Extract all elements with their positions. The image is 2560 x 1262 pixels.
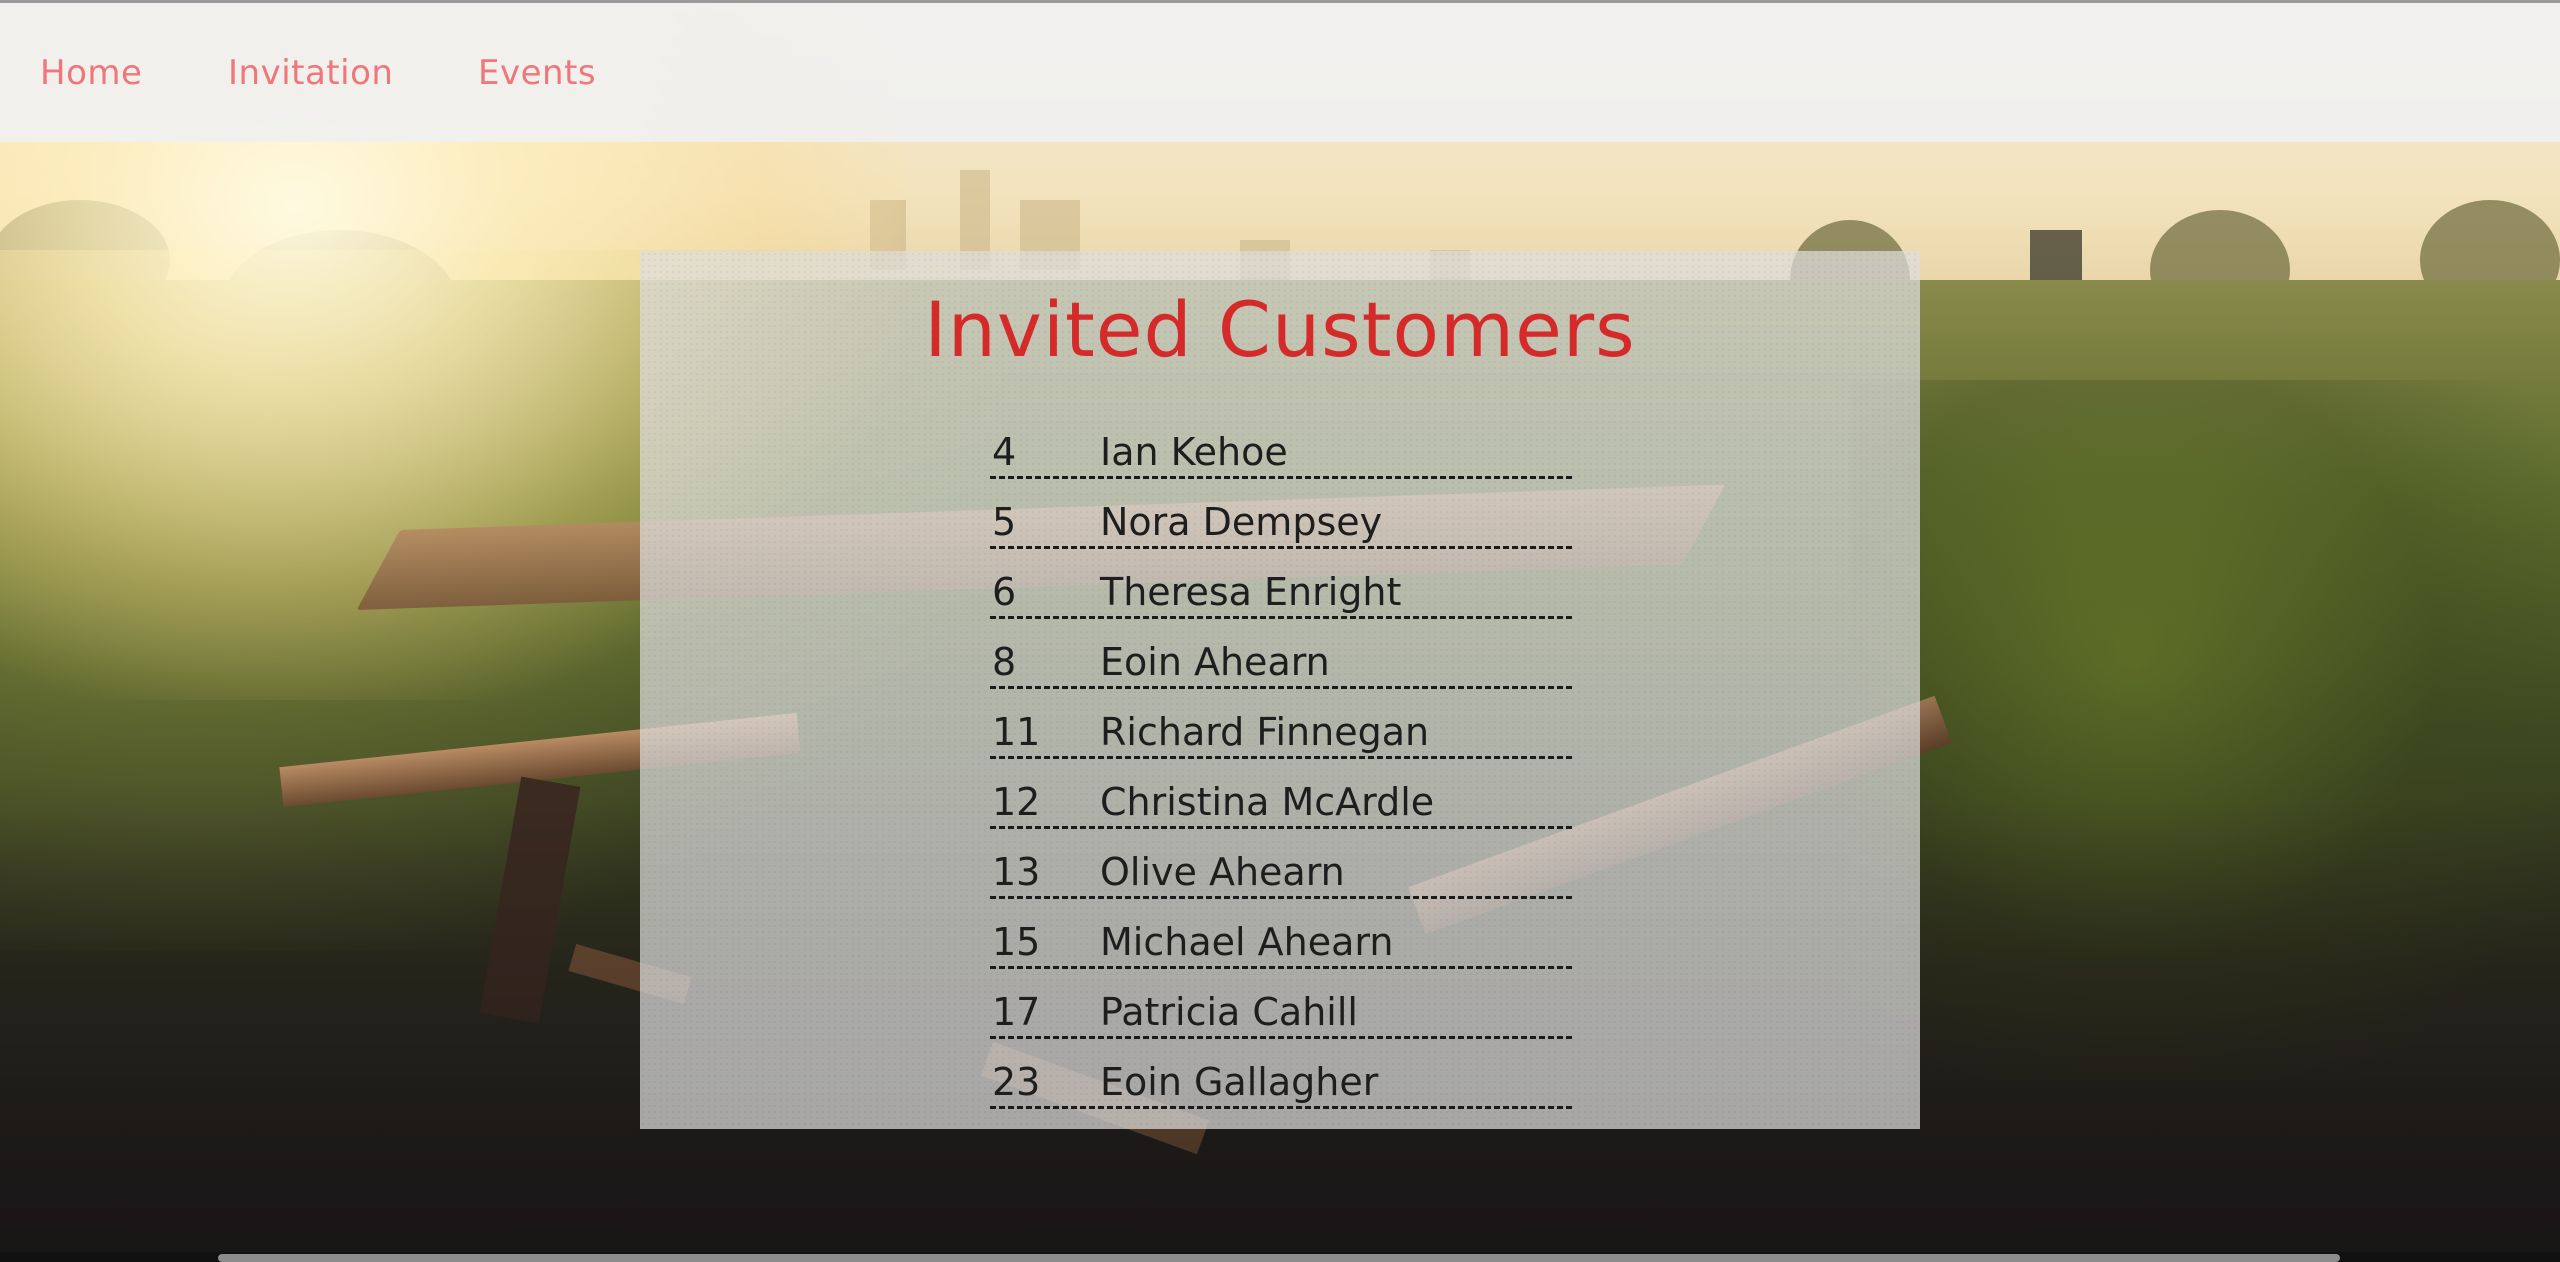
list-item: 5 Nora Dempsey [990,479,1572,549]
nav-link-home[interactable]: Home [40,53,142,93]
page-title: Invited Customers [924,285,1636,374]
nav-link-events[interactable]: Events [478,53,596,93]
customer-name: Patricia Cahill [1100,990,1358,1034]
customer-name: Eoin Gallagher [1100,1060,1379,1104]
top-nav-bar: Home Invitation Events [0,0,2560,142]
customer-name: Ian Kehoe [1100,430,1288,474]
customer-id: 11 [992,710,1041,754]
customer-id: 13 [992,850,1041,894]
list-item: 12 Christina McArdle [990,759,1572,829]
customer-name: Eoin Ahearn [1100,640,1330,684]
list-item: 17 Patricia Cahill [990,969,1572,1039]
customer-id: 17 [992,990,1041,1034]
customer-name: Nora Dempsey [1100,500,1383,544]
customer-id: 6 [992,570,1017,614]
list-item: 23 Eoin Gallagher [990,1039,1572,1109]
customer-name: Olive Ahearn [1100,850,1345,894]
list-item: 13 Olive Ahearn [990,829,1572,899]
customer-name: Michael Ahearn [1100,920,1394,964]
list-item: 8 Eoin Ahearn [990,619,1572,689]
nav-link-invitation[interactable]: Invitation [228,53,393,93]
customer-list: 4 Ian Kehoe 5 Nora Dempsey 6 Theresa Enr… [990,409,1572,1109]
list-item: 6 Theresa Enright [990,549,1572,619]
customer-id: 12 [992,780,1041,824]
customer-name: Christina McArdle [1100,780,1435,824]
invited-customers-panel[interactable]: Invited Customers 4 Ian Kehoe 5 Nora Dem… [640,251,1920,1129]
list-item: 4 Ian Kehoe [990,409,1572,479]
list-item: 15 Michael Ahearn [990,899,1572,969]
customer-id: 15 [992,920,1041,964]
customer-id: 8 [992,640,1017,684]
horizontal-scrollbar-thumb[interactable] [218,1254,2340,1262]
customer-id: 4 [992,430,1017,474]
customer-name: Richard Finnegan [1100,710,1430,754]
customer-id: 5 [992,500,1017,544]
list-item: 11 Richard Finnegan [990,689,1572,759]
customer-id: 23 [992,1060,1041,1104]
customer-name: Theresa Enright [1100,570,1402,614]
